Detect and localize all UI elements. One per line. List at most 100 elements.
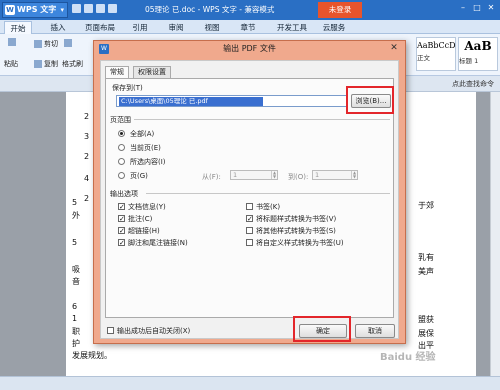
window-title: 05理论 已.doc - WPS 文字 - 兼容模式 bbox=[145, 5, 275, 14]
doc-fragment: 2 bbox=[84, 112, 90, 121]
style-heading1[interactable]: AaB 标题 1 bbox=[458, 37, 498, 71]
from-value: 1 bbox=[233, 171, 238, 179]
doc-fragment: 6 bbox=[72, 302, 78, 311]
doc-fragment: 盟获 bbox=[418, 315, 434, 324]
doc-fragment: 护 bbox=[72, 339, 80, 348]
title-bar: W WPS 文字 ▾ 05理论 已.doc - WPS 文字 - 兼容模式 未登… bbox=[0, 0, 500, 20]
clipboard-icon bbox=[8, 38, 16, 46]
checkbox-hyperlinks[interactable]: ✓ bbox=[118, 227, 125, 235]
tab-chapter[interactable]: 章节 bbox=[234, 21, 262, 34]
status-bar bbox=[0, 376, 500, 390]
checkbox-auto-close-label: 输出成功后自动关闭(X) bbox=[117, 327, 191, 335]
cut-button[interactable]: 剪切 bbox=[34, 39, 58, 49]
tab-insert[interactable]: 插入 bbox=[44, 21, 72, 34]
radio-selection-label: 所选内容(I) bbox=[130, 158, 166, 166]
checkbox-custom-style-bookmarks[interactable] bbox=[246, 239, 253, 246]
spinner-icon: ▲ ▼ bbox=[271, 170, 277, 179]
checkbox-doc-info-label: 文档信息(Y) bbox=[128, 203, 166, 211]
doc-fragment: 于郊 bbox=[418, 201, 434, 210]
doc-fragment: 3 bbox=[84, 132, 90, 141]
save-to-label: 保存到(T) bbox=[112, 84, 143, 92]
checkbox-heading-bookmarks-label: 将标题样式转换为书签(V) bbox=[256, 215, 337, 223]
radio-current-page[interactable] bbox=[118, 144, 125, 151]
export-pdf-dialog: W 输出 PDF 文件 ✕ 常规 权限设置 保存到(T) C:\Users\桌面… bbox=[93, 40, 406, 344]
tab-permissions[interactable]: 权限设置 bbox=[133, 66, 171, 78]
save-path-input[interactable]: C:\Users\桌面\05理论 已.pdf bbox=[116, 95, 348, 107]
radio-pages-label: 页(G) bbox=[130, 172, 148, 180]
command-search[interactable]: 点此查找命令 bbox=[452, 79, 494, 89]
style-h1-preview: AaB bbox=[464, 39, 492, 53]
radio-current-page-label: 当前页(E) bbox=[130, 144, 161, 152]
dialog-body: 常规 权限设置 保存到(T) C:\Users\桌面\05理论 已.pdf 浏览… bbox=[100, 60, 399, 342]
checkbox-comments-label: 批注(C) bbox=[128, 215, 153, 223]
chevron-down-icon: ▾ bbox=[60, 6, 64, 14]
format-painter-label[interactable]: 格式刷 bbox=[62, 59, 83, 69]
radio-selection[interactable] bbox=[118, 158, 125, 165]
new-doc-icon[interactable] bbox=[72, 4, 81, 13]
radio-pages[interactable] bbox=[118, 172, 125, 179]
page-range-label: 页范围 bbox=[110, 116, 131, 124]
spinner-icon: ▲ ▼ bbox=[351, 170, 357, 179]
doc-fragment: 乳有 bbox=[418, 253, 434, 262]
vertical-scrollbar[interactable] bbox=[490, 92, 500, 376]
doc-fragment: 2 bbox=[84, 152, 90, 161]
doc-fragment: 美声 bbox=[418, 267, 434, 276]
app-menu-button[interactable]: W WPS 文字 ▾ bbox=[2, 2, 68, 18]
login-button[interactable]: 未登录 bbox=[318, 2, 362, 18]
tab-references[interactable]: 引用 bbox=[126, 21, 154, 34]
from-page-input[interactable]: 1 ▲ ▼ bbox=[230, 170, 278, 180]
style-normal[interactable]: AaBbCcD 正文 bbox=[416, 37, 456, 71]
copy-icon bbox=[34, 60, 42, 68]
page-range-divider bbox=[134, 119, 390, 120]
tab-view[interactable]: 视图 bbox=[198, 21, 226, 34]
output-options-divider bbox=[146, 193, 390, 194]
checkbox-auto-close[interactable] bbox=[107, 327, 114, 334]
dialog-title: 输出 PDF 文件 bbox=[223, 44, 276, 53]
checkbox-comments[interactable]: ✓ bbox=[118, 215, 125, 223]
window-controls: – □ ✕ bbox=[456, 3, 498, 12]
copy-label: 复制 bbox=[44, 60, 58, 68]
close-icon[interactable]: ✕ bbox=[387, 42, 401, 55]
copy-button[interactable]: 复制 bbox=[34, 59, 58, 69]
radio-all[interactable] bbox=[118, 130, 125, 137]
doc-fragment: 4 bbox=[84, 174, 90, 183]
tab-developer[interactable]: 开发工具 bbox=[272, 21, 312, 34]
open-icon[interactable] bbox=[84, 4, 93, 13]
paste-label[interactable]: 粘贴 bbox=[4, 59, 18, 69]
style-h1-label: 标题 1 bbox=[459, 57, 479, 65]
format-painter-button[interactable] bbox=[64, 39, 74, 47]
menu-bar: 开始 插入 页面布局 引用 审阅 视图 章节 开发工具 云服务 bbox=[0, 20, 500, 34]
tab-home[interactable]: 开始 bbox=[4, 21, 32, 34]
checkbox-doc-info[interactable]: ✓ bbox=[118, 203, 125, 211]
maximize-icon[interactable]: □ bbox=[470, 3, 484, 12]
doc-fragment: 展保 bbox=[418, 329, 434, 338]
checkbox-custom-style-bookmarks-label: 将自定义样式转换为书签(U) bbox=[256, 239, 344, 247]
checkbox-other-style-bookmarks[interactable] bbox=[246, 227, 253, 234]
save-icon[interactable] bbox=[96, 4, 105, 13]
close-icon[interactable]: ✕ bbox=[484, 3, 498, 12]
browse-highlight-box bbox=[346, 86, 394, 114]
cancel-button[interactable]: 取消 bbox=[355, 324, 395, 338]
tab-page-layout[interactable]: 页面布局 bbox=[80, 21, 120, 34]
checkbox-footnotes[interactable]: ✓ bbox=[118, 239, 125, 247]
quick-access-toolbar bbox=[72, 4, 132, 16]
app-name: WPS 文字 bbox=[17, 5, 57, 14]
paste-button[interactable] bbox=[8, 38, 18, 46]
save-path-value: C:\Users\桌面\05理论 已.pdf bbox=[119, 97, 263, 106]
doc-fragment: 5 bbox=[72, 238, 78, 247]
scissors-icon bbox=[34, 40, 42, 48]
watermark: Baidu 经验 bbox=[380, 352, 436, 363]
tab-review[interactable]: 审阅 bbox=[162, 21, 190, 34]
general-panel: 保存到(T) C:\Users\桌面\05理论 已.pdf 浏览(B)... 页… bbox=[105, 78, 394, 318]
minimize-icon[interactable]: – bbox=[456, 3, 470, 12]
radio-all-label: 全部(A) bbox=[130, 130, 155, 138]
to-page-input[interactable]: 1 ▲ ▼ bbox=[312, 170, 358, 180]
tab-cloud[interactable]: 云服务 bbox=[318, 21, 350, 34]
style-normal-label: 正文 bbox=[417, 54, 430, 62]
checkbox-bookmarks[interactable] bbox=[246, 203, 253, 210]
checkbox-heading-bookmarks[interactable]: ✓ bbox=[246, 215, 253, 223]
from-label: 从(F): bbox=[202, 173, 221, 181]
checkbox-other-style-bookmarks-label: 将其他样式转换为书签(S) bbox=[256, 227, 336, 235]
print-icon[interactable] bbox=[108, 4, 117, 13]
doc-fragment: 外 bbox=[72, 211, 80, 220]
